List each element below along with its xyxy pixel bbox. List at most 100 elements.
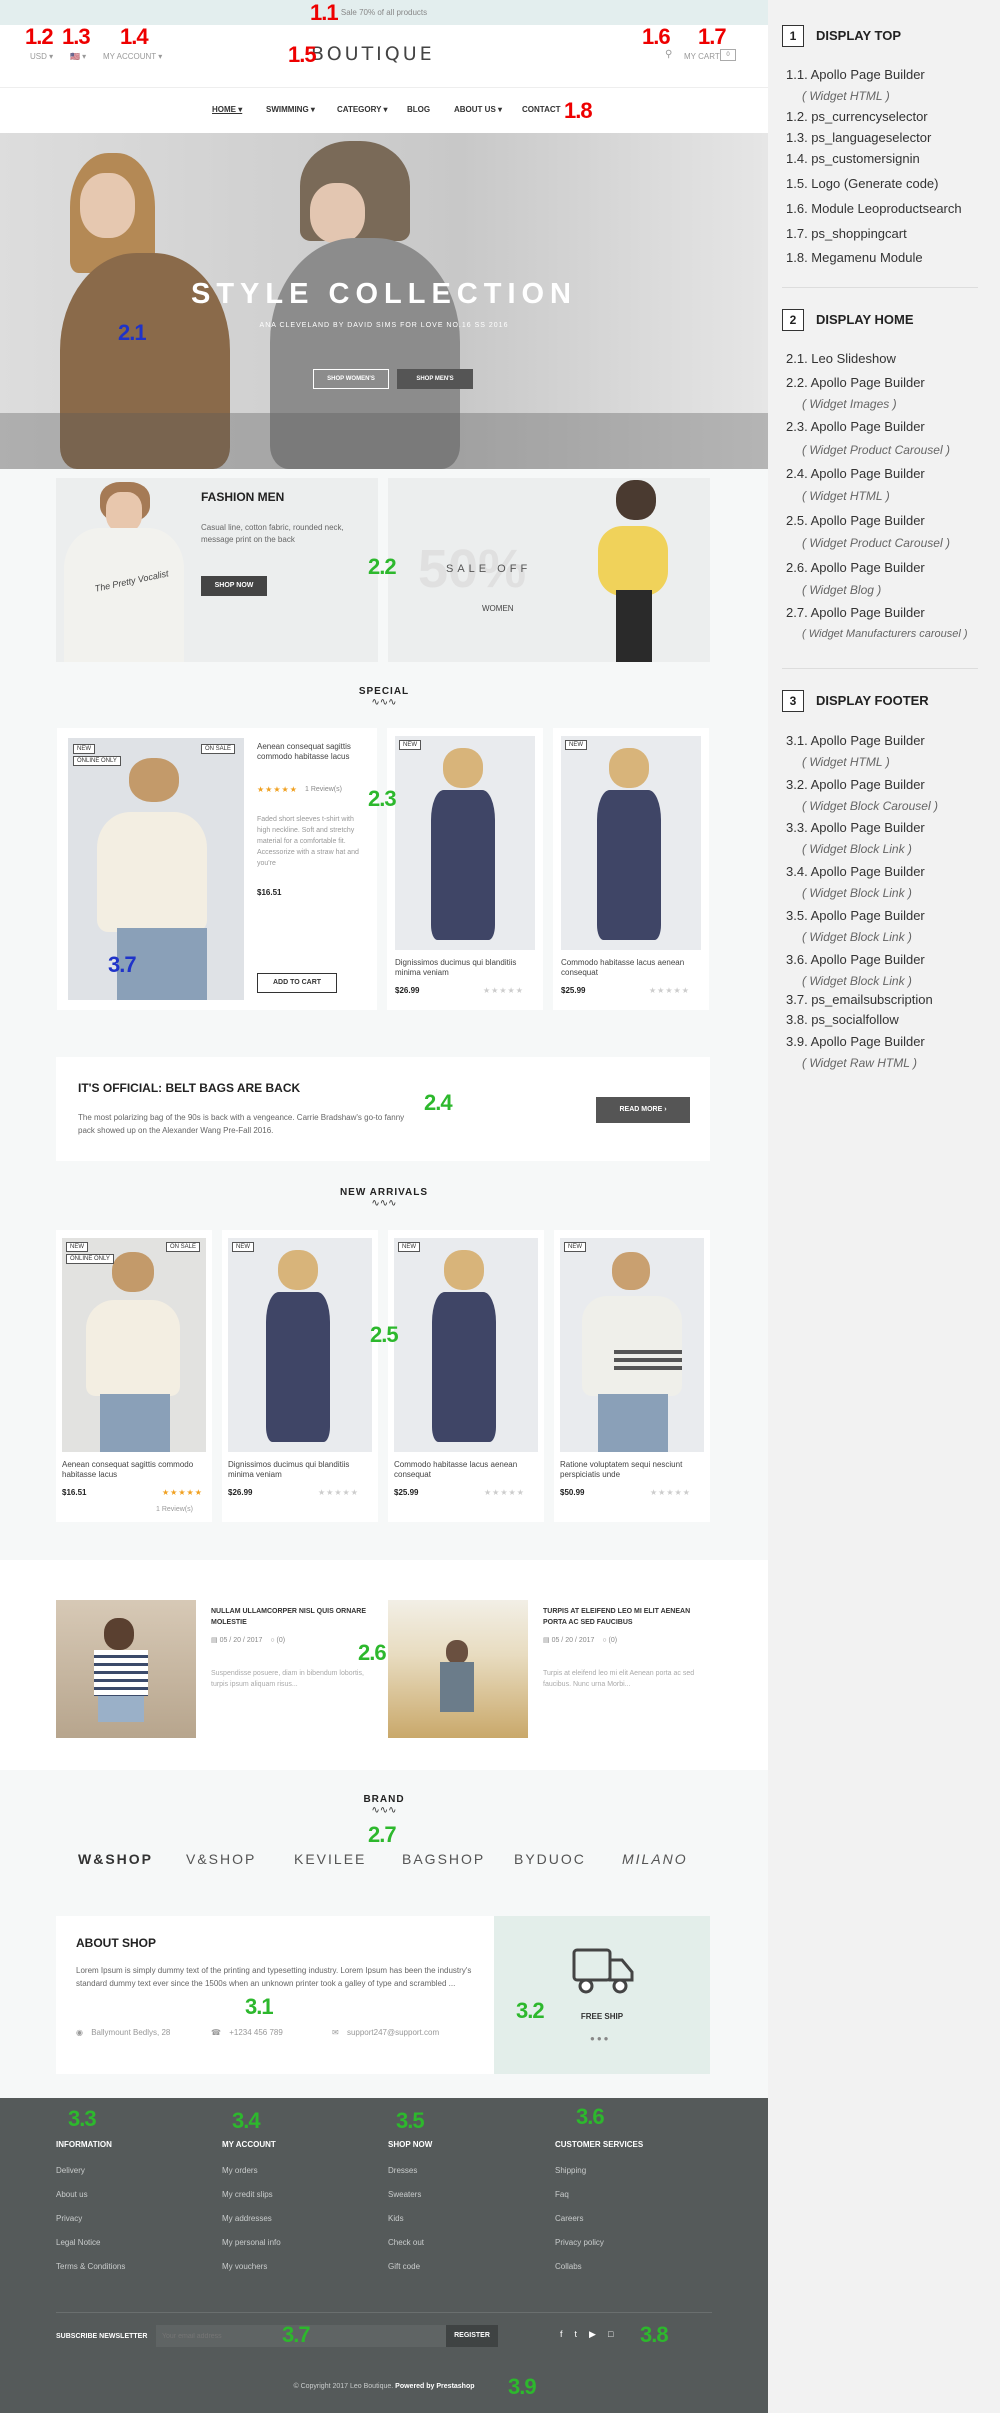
footer-link[interactable]: Delivery [56, 2166, 85, 2175]
product-title[interactable]: Commodo habitasse lacus aenean consequat [561, 958, 701, 978]
nav-item-swimming[interactable]: SWIMMING ▾ [266, 105, 315, 114]
blog-title-1[interactable]: NULLAM ULLAMCORPER NISL QUIS ORNARE MOLE… [211, 1606, 371, 1628]
arrival-product-card[interactable]: NEW Commodo habitasse lacus aenean conse… [388, 1230, 544, 1522]
special-product-card[interactable]: NEW Commodo habitasse lacus aenean conse… [553, 728, 709, 1010]
footer-link[interactable]: Careers [555, 2214, 583, 2223]
legend-item: 1.6. Module Leoproductsearch [786, 201, 962, 216]
blog-comments: (0) [276, 1637, 286, 1644]
tag-on-sale: ON SALE [201, 744, 236, 754]
brand-logo[interactable]: W&SHOP [78, 1851, 153, 1867]
model-hair [443, 748, 483, 788]
twitter-icon[interactable]: t [575, 2329, 590, 2339]
nav-item-blog[interactable]: BLOG [407, 105, 430, 114]
powered-by[interactable]: Powered by Prestashop [395, 2383, 474, 2390]
register-button[interactable]: REGISTER [446, 2325, 498, 2347]
shop-men-button[interactable]: SHOP MEN'S [397, 369, 473, 389]
section-number: 1 [782, 25, 804, 47]
special-product-card[interactable]: NEW Dignissimos ducimus qui blanditiis m… [387, 728, 543, 1010]
footer-link[interactable]: My credit slips [222, 2190, 273, 2199]
annotation-label: 3.6 [576, 2104, 605, 2129]
banner-men-title: FASHION MEN [201, 490, 285, 504]
product-title[interactable]: Dignissimos ducimus qui blanditiis minim… [228, 1460, 374, 1480]
featured-product-title[interactable]: Aenean consequat sagittis commodo habita… [257, 742, 367, 762]
blog-title-2[interactable]: TURPIS AT ELEIFEND LEO MI ELIT AENEAN PO… [543, 1606, 713, 1628]
arrival-product-card[interactable]: NEW Ratione voluptatem sequi nesciunt pe… [554, 1230, 710, 1522]
blog-image-1[interactable] [56, 1600, 196, 1738]
nav-item-about[interactable]: ABOUT US ▾ [454, 105, 502, 114]
banner-sale-off[interactable]: 50% SALE OFF WOMEN [388, 478, 710, 662]
footer-link[interactable]: Privacy [56, 2214, 82, 2223]
rating-stars: ★★★★★ [483, 986, 524, 995]
footer-col-title: SHOP NOW [388, 2140, 433, 2149]
brand-logo[interactable]: BYDUOC [514, 1851, 586, 1867]
footer-link[interactable]: Faq [555, 2190, 569, 2199]
youtube-icon[interactable]: ▶ [589, 2329, 608, 2339]
product-title[interactable]: Aenean consequat sagittis commodo habita… [62, 1460, 208, 1480]
footer-link[interactable]: My orders [222, 2166, 258, 2175]
legend-item-sub: ( Widget Block Link ) [802, 842, 912, 856]
instagram-icon[interactable]: □ [608, 2329, 625, 2339]
language-selector[interactable]: 🇺🇸 ▾ [70, 52, 86, 61]
footer-link[interactable]: Gift code [388, 2262, 420, 2271]
about-email[interactable]: support247@support.com [347, 2028, 439, 2037]
nav-item-contact[interactable]: CONTACT [522, 105, 561, 114]
brand-logo[interactable]: BAGSHOP [402, 1851, 485, 1867]
footer-divider [56, 2312, 712, 2313]
model-hair [444, 1250, 484, 1290]
footer-link[interactable]: Shipping [555, 2166, 586, 2175]
blog-image-2[interactable] [388, 1600, 528, 1738]
arrival-product-card[interactable]: NEW Dignissimos ducimus qui blanditiis m… [222, 1230, 378, 1522]
official-text: The most polarizing bag of the 90s is ba… [78, 1113, 405, 1135]
nav-item-category[interactable]: CATEGORY ▾ [337, 105, 388, 114]
search-icon[interactable]: ⚲ [665, 49, 672, 60]
copyright-text: © Copyright 2017 Leo Boutique. [293, 2383, 394, 2390]
annotation-label: 3.2 [516, 1998, 545, 2023]
product-price: $50.99 [560, 1488, 585, 1497]
product-title[interactable]: Commodo habitasse lacus aenean consequat [394, 1460, 540, 1480]
legend-divider [782, 668, 978, 669]
brand-logo[interactable]: V&SHOP [186, 1851, 256, 1867]
product-title[interactable]: Ratione voluptatem sequi nesciunt perspi… [560, 1460, 706, 1480]
truck-icon [572, 1946, 636, 1996]
featured-desc: Faded short sleeves t-shirt with high ne… [257, 816, 359, 867]
add-to-cart-button[interactable]: ADD TO CART [257, 973, 337, 993]
section-number: 3 [782, 690, 804, 712]
annotation-label: 3.4 [232, 2108, 261, 2133]
footer-link[interactable]: My vouchers [222, 2262, 267, 2271]
carousel-dots[interactable]: ●●● [590, 2034, 611, 2043]
footer-link[interactable]: My personal info [222, 2238, 281, 2247]
currency-selector[interactable]: USD ▾ [30, 52, 53, 61]
footer-link[interactable]: Kids [388, 2214, 404, 2223]
section-heading-top: 1 DISPLAY TOP [782, 25, 901, 47]
footer-link[interactable]: Check out [388, 2238, 424, 2247]
site-logo[interactable]: BOUTIQUE [311, 43, 435, 65]
facebook-icon[interactable]: f [560, 2329, 575, 2339]
legend-item: 1.5. Logo (Generate code) [786, 176, 939, 191]
free-ship-carousel[interactable]: FREE SHIP ●●● [494, 1916, 710, 2074]
account-menu[interactable]: MY ACCOUNT ▾ [103, 52, 162, 61]
footer-link[interactable]: Privacy policy [555, 2238, 604, 2247]
shop-women-button[interactable]: SHOP WOMEN'S [313, 369, 389, 389]
arrival-product-card[interactable]: NEW ONLINE ONLY ON SALE Aenean consequat… [56, 1230, 212, 1522]
nav-item-home[interactable]: HOME ▾ [212, 105, 242, 114]
footer-link[interactable]: My addresses [222, 2214, 272, 2223]
footer-link[interactable]: About us [56, 2190, 88, 2199]
footer-link[interactable]: Terms & Conditions [56, 2262, 125, 2271]
footer-link[interactable]: Sweaters [388, 2190, 421, 2199]
read-more-button[interactable]: READ MORE › [596, 1097, 690, 1123]
cart-link[interactable]: MY CART [684, 52, 720, 61]
footer-link[interactable]: Legal Notice [56, 2238, 100, 2247]
blog-date: 05 / 20 / 2017 [551, 1637, 595, 1644]
brand-logo[interactable]: MILANO [622, 1851, 688, 1867]
footer-link[interactable]: Dresses [388, 2166, 417, 2175]
footer-link[interactable]: Collabs [555, 2262, 582, 2271]
featured-product-card[interactable]: NEW ONLINE ONLY ON SALE Aenean consequat… [57, 728, 377, 1010]
cart-count-badge[interactable]: 0 [720, 49, 736, 61]
shop-now-button[interactable]: SHOP NOW [201, 576, 267, 596]
product-title[interactable]: Dignissimos ducimus qui blanditiis minim… [395, 958, 535, 978]
banner-fashion-men[interactable]: The Pretty Vocalist FASHION MEN Casual l… [56, 478, 378, 662]
brand-logo[interactable]: KEVILEE [294, 1851, 366, 1867]
comment-icon: ○ [602, 1637, 607, 1644]
hero-slideshow[interactable]: STYLE COLLECTION ANA CLEVELAND BY DAVID … [0, 133, 768, 469]
legend-item: 3.6. Apollo Page Builder [786, 952, 925, 967]
